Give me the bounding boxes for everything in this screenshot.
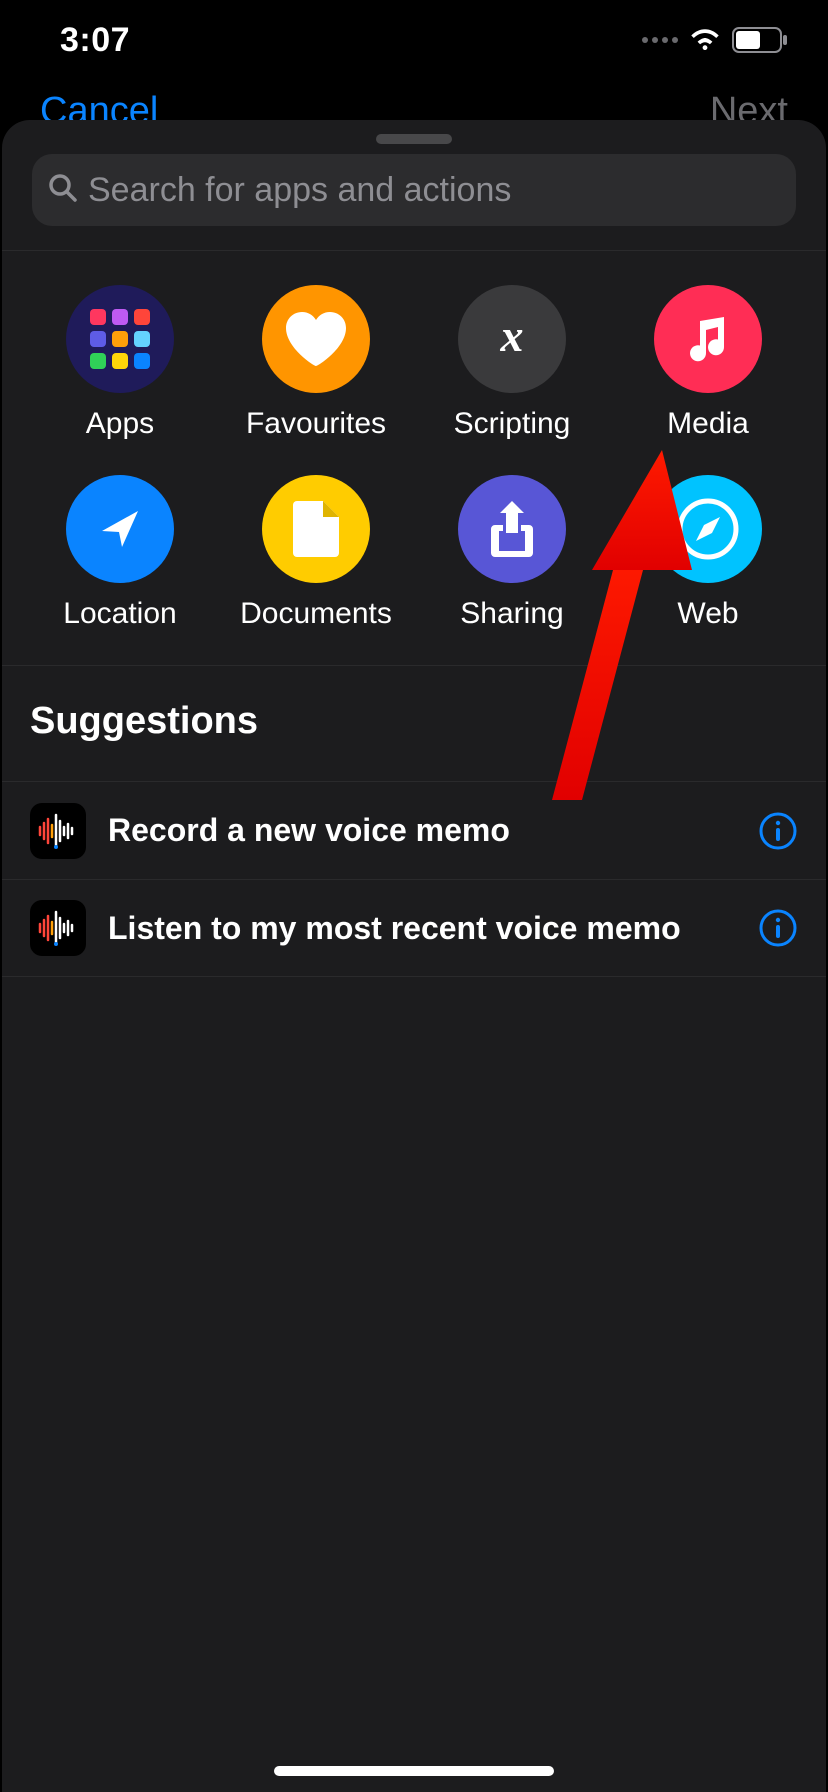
status-time: 3:07: [60, 21, 130, 60]
apps-icon: [66, 285, 174, 393]
status-bar: 3:07: [0, 0, 828, 80]
category-favourites[interactable]: Favourites: [218, 285, 414, 441]
category-label: Web: [677, 597, 738, 631]
action-picker-sheet: Apps Favourites x Scripting Media: [2, 120, 826, 1792]
suggestion-title: Record a new voice memo: [108, 812, 736, 849]
category-scripting[interactable]: x Scripting: [414, 285, 610, 441]
category-media[interactable]: Media: [610, 285, 806, 441]
voice-memos-icon: [30, 803, 86, 859]
category-documents[interactable]: Documents: [218, 475, 414, 631]
share-icon: [458, 475, 566, 583]
category-web[interactable]: Web: [610, 475, 806, 631]
sheet-grabber[interactable]: [376, 134, 452, 144]
heart-icon: [262, 285, 370, 393]
category-label: Media: [667, 407, 749, 441]
category-label: Apps: [86, 407, 154, 441]
search-icon: [48, 173, 78, 208]
category-label: Scripting: [454, 407, 571, 441]
home-indicator[interactable]: [274, 1766, 554, 1776]
cellular-dots-icon: [642, 37, 678, 43]
search-input[interactable]: [88, 171, 780, 210]
music-note-icon: [654, 285, 762, 393]
wifi-icon: [688, 28, 722, 52]
location-arrow-icon: [66, 475, 174, 583]
category-grid: Apps Favourites x Scripting Media: [2, 251, 826, 665]
category-sharing[interactable]: Sharing: [414, 475, 610, 631]
category-label: Documents: [240, 597, 392, 631]
suggestion-row[interactable]: Record a new voice memo: [2, 781, 826, 879]
suggestion-row[interactable]: Listen to my most recent voice memo: [2, 879, 826, 977]
suggestion-title: Listen to my most recent voice memo: [108, 910, 736, 947]
category-label: Location: [63, 597, 176, 631]
category-label: Sharing: [460, 597, 563, 631]
category-label: Favourites: [246, 407, 386, 441]
document-icon: [262, 475, 370, 583]
svg-text:x: x: [500, 311, 524, 361]
info-button[interactable]: [758, 908, 798, 948]
suggestions-header: Suggestions: [2, 666, 826, 781]
category-apps[interactable]: Apps: [22, 285, 218, 441]
scripting-icon: x: [458, 285, 566, 393]
category-location[interactable]: Location: [22, 475, 218, 631]
voice-memos-icon: [30, 900, 86, 956]
info-button[interactable]: [758, 811, 798, 851]
search-field[interactable]: [32, 154, 796, 226]
compass-icon: [654, 475, 762, 583]
battery-icon: [732, 27, 788, 53]
